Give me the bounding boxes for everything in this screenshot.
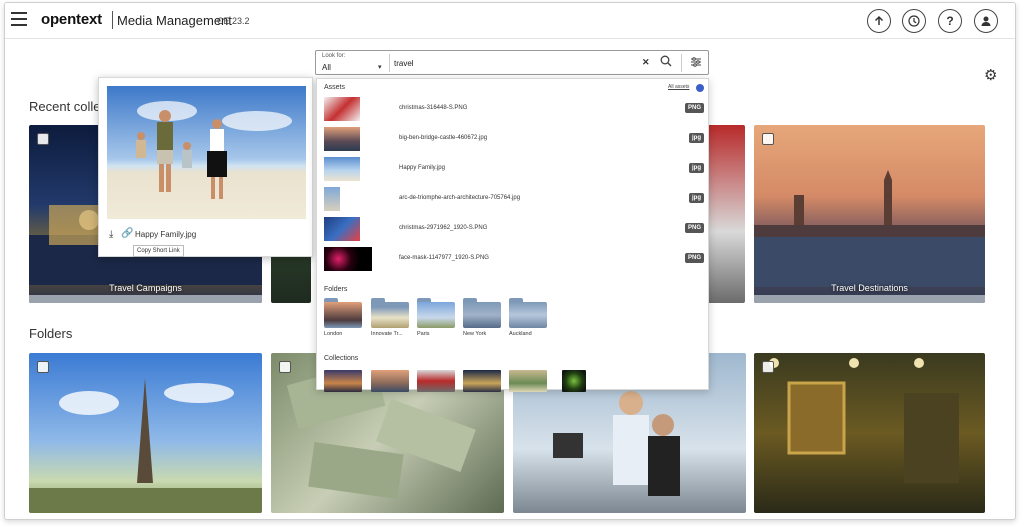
brand-divider — [112, 11, 113, 29]
folder-icon — [509, 298, 547, 328]
asset-thumbnail — [324, 187, 340, 211]
asset-name: Happy Family.jpg — [399, 165, 445, 171]
folder-label: Innovate Tr... — [371, 331, 403, 337]
folders-section-title: Folders — [29, 326, 73, 341]
folder-item-london[interactable]: London — [324, 298, 362, 337]
asset-row[interactable]: christmas-316448-S.PNG PNG — [324, 97, 704, 123]
all-assets-icon[interactable] — [696, 84, 704, 92]
search-icon[interactable] — [660, 55, 672, 70]
brand-logo: opentext — [41, 11, 102, 28]
folder-tile-paris[interactable] — [29, 353, 262, 513]
preview-image[interactable] — [107, 86, 306, 219]
copy-short-link-tooltip: Copy Short Link — [133, 245, 184, 257]
search-suggestions-dropdown: Assets All assets christmas-316448-S.PNG… — [316, 78, 709, 392]
asset-row[interactable]: christmas-2971962_1920-S.PNG PNG — [324, 217, 704, 243]
chevron-down-icon[interactable]: ▾ — [378, 63, 382, 71]
upload-icon[interactable] — [867, 9, 891, 33]
clear-icon[interactable]: ✕ — [642, 57, 650, 68]
product-name: Media Management — [117, 13, 232, 28]
collection-thumbnail[interactable] — [417, 370, 455, 392]
filter-settings-icon[interactable] — [690, 56, 702, 71]
look-for-label: Look for: — [322, 53, 346, 59]
search-bar: Look for: All ▾ ✕ — [315, 50, 709, 75]
search-input[interactable] — [394, 55, 634, 71]
copy-link-icon[interactable]: 🔗 — [121, 228, 133, 239]
asset-name: face-mask-1147977_1920-S.PNG — [399, 255, 489, 261]
collection-thumbnail[interactable] — [562, 370, 586, 392]
asset-thumbnail — [324, 247, 372, 271]
folders-heading: Folders — [324, 286, 348, 293]
collections-heading: Collections — [324, 355, 359, 362]
tile-label: Travel Campaigns — [109, 283, 182, 293]
file-type-badge: jpg — [689, 193, 704, 203]
folder-item-innovate[interactable]: Innovate Tr... — [371, 298, 409, 337]
folder-label: London — [324, 331, 343, 337]
file-type-badge: PNG — [684, 103, 704, 113]
asset-thumbnail — [324, 127, 360, 151]
collection-thumbnail[interactable] — [463, 370, 501, 392]
collection-thumbnail[interactable] — [324, 370, 362, 392]
folder-item-paris[interactable]: Paris — [417, 298, 455, 337]
tile-label: Travel Destinations — [831, 283, 908, 293]
asset-row[interactable]: big-ben-bridge-castle-460672.jpg jpg — [324, 127, 704, 153]
folder-tile-museum[interactable] — [754, 353, 985, 513]
preview-file-name: Happy Family.jpg — [135, 230, 197, 239]
menu-icon[interactable] — [11, 12, 27, 26]
product-version: CE 23.2 — [217, 16, 250, 26]
asset-name: christmas-2971962_1920-S.PNG — [399, 225, 488, 231]
tile-strip — [754, 295, 985, 303]
file-type-badge: jpg — [689, 163, 704, 173]
asset-row[interactable]: arc-de-triomphe-arch-architecture-705764… — [324, 187, 704, 213]
asset-row[interactable]: face-mask-1147977_1920-S.PNG PNG — [324, 247, 704, 273]
collection-tile[interactable] — [705, 125, 745, 303]
asset-thumbnail — [324, 217, 360, 241]
folder-icon — [279, 361, 291, 373]
settings-gear-icon[interactable]: ⚙ — [984, 66, 997, 84]
recent-collections-title: Recent colle — [29, 99, 101, 114]
folder-item-auckland[interactable]: Auckland — [509, 298, 547, 337]
collection-thumbnail[interactable] — [371, 370, 409, 392]
asset-name: arc-de-triomphe-arch-architecture-705764… — [399, 195, 521, 201]
all-assets-link[interactable]: All assets — [668, 84, 689, 90]
file-type-badge: PNG — [684, 223, 704, 233]
collection-icon — [762, 133, 774, 145]
top-header: opentext Media Management CE 23.2 ? — [5, 3, 1015, 39]
folder-icon — [762, 361, 774, 373]
download-icon[interactable]: ⤓ — [109, 229, 113, 240]
folder-item-new-york[interactable]: New York — [463, 298, 501, 337]
user-icon[interactable] — [974, 9, 998, 33]
asset-name: christmas-316448-S.PNG — [399, 105, 468, 111]
collection-icon — [37, 133, 49, 145]
asset-preview-popover: ⤓ 🔗 Happy Family.jpg — [98, 77, 313, 257]
help-icon[interactable]: ? — [938, 9, 962, 33]
collection-tile-travel-destinations[interactable]: Travel Destinations — [754, 125, 985, 303]
folder-icon — [371, 298, 409, 328]
folder-icon — [324, 298, 362, 328]
search-divider — [681, 54, 682, 72]
collection-thumbnail[interactable] — [509, 370, 547, 392]
asset-thumbnail — [324, 157, 360, 181]
folder-icon — [463, 298, 501, 328]
search-divider — [389, 54, 390, 72]
asset-name: big-ben-bridge-castle-460672.jpg — [399, 135, 488, 141]
history-icon[interactable] — [902, 9, 926, 33]
folder-icon — [37, 361, 49, 373]
tile-strip — [29, 295, 262, 303]
look-for-select[interactable]: All — [322, 63, 331, 72]
folder-label: Auckland — [509, 331, 532, 337]
file-type-badge: jpg — [689, 133, 704, 143]
asset-row[interactable]: Happy Family.jpg jpg — [324, 157, 704, 183]
app-window: opentext Media Management CE 23.2 ? ⚙ Re… — [4, 2, 1016, 520]
assets-heading: Assets — [324, 84, 346, 91]
folder-label: Paris — [417, 331, 430, 337]
folder-label: New York — [463, 331, 487, 337]
file-type-badge: PNG — [684, 253, 704, 263]
asset-thumbnail — [324, 97, 360, 121]
folder-icon — [417, 298, 455, 328]
